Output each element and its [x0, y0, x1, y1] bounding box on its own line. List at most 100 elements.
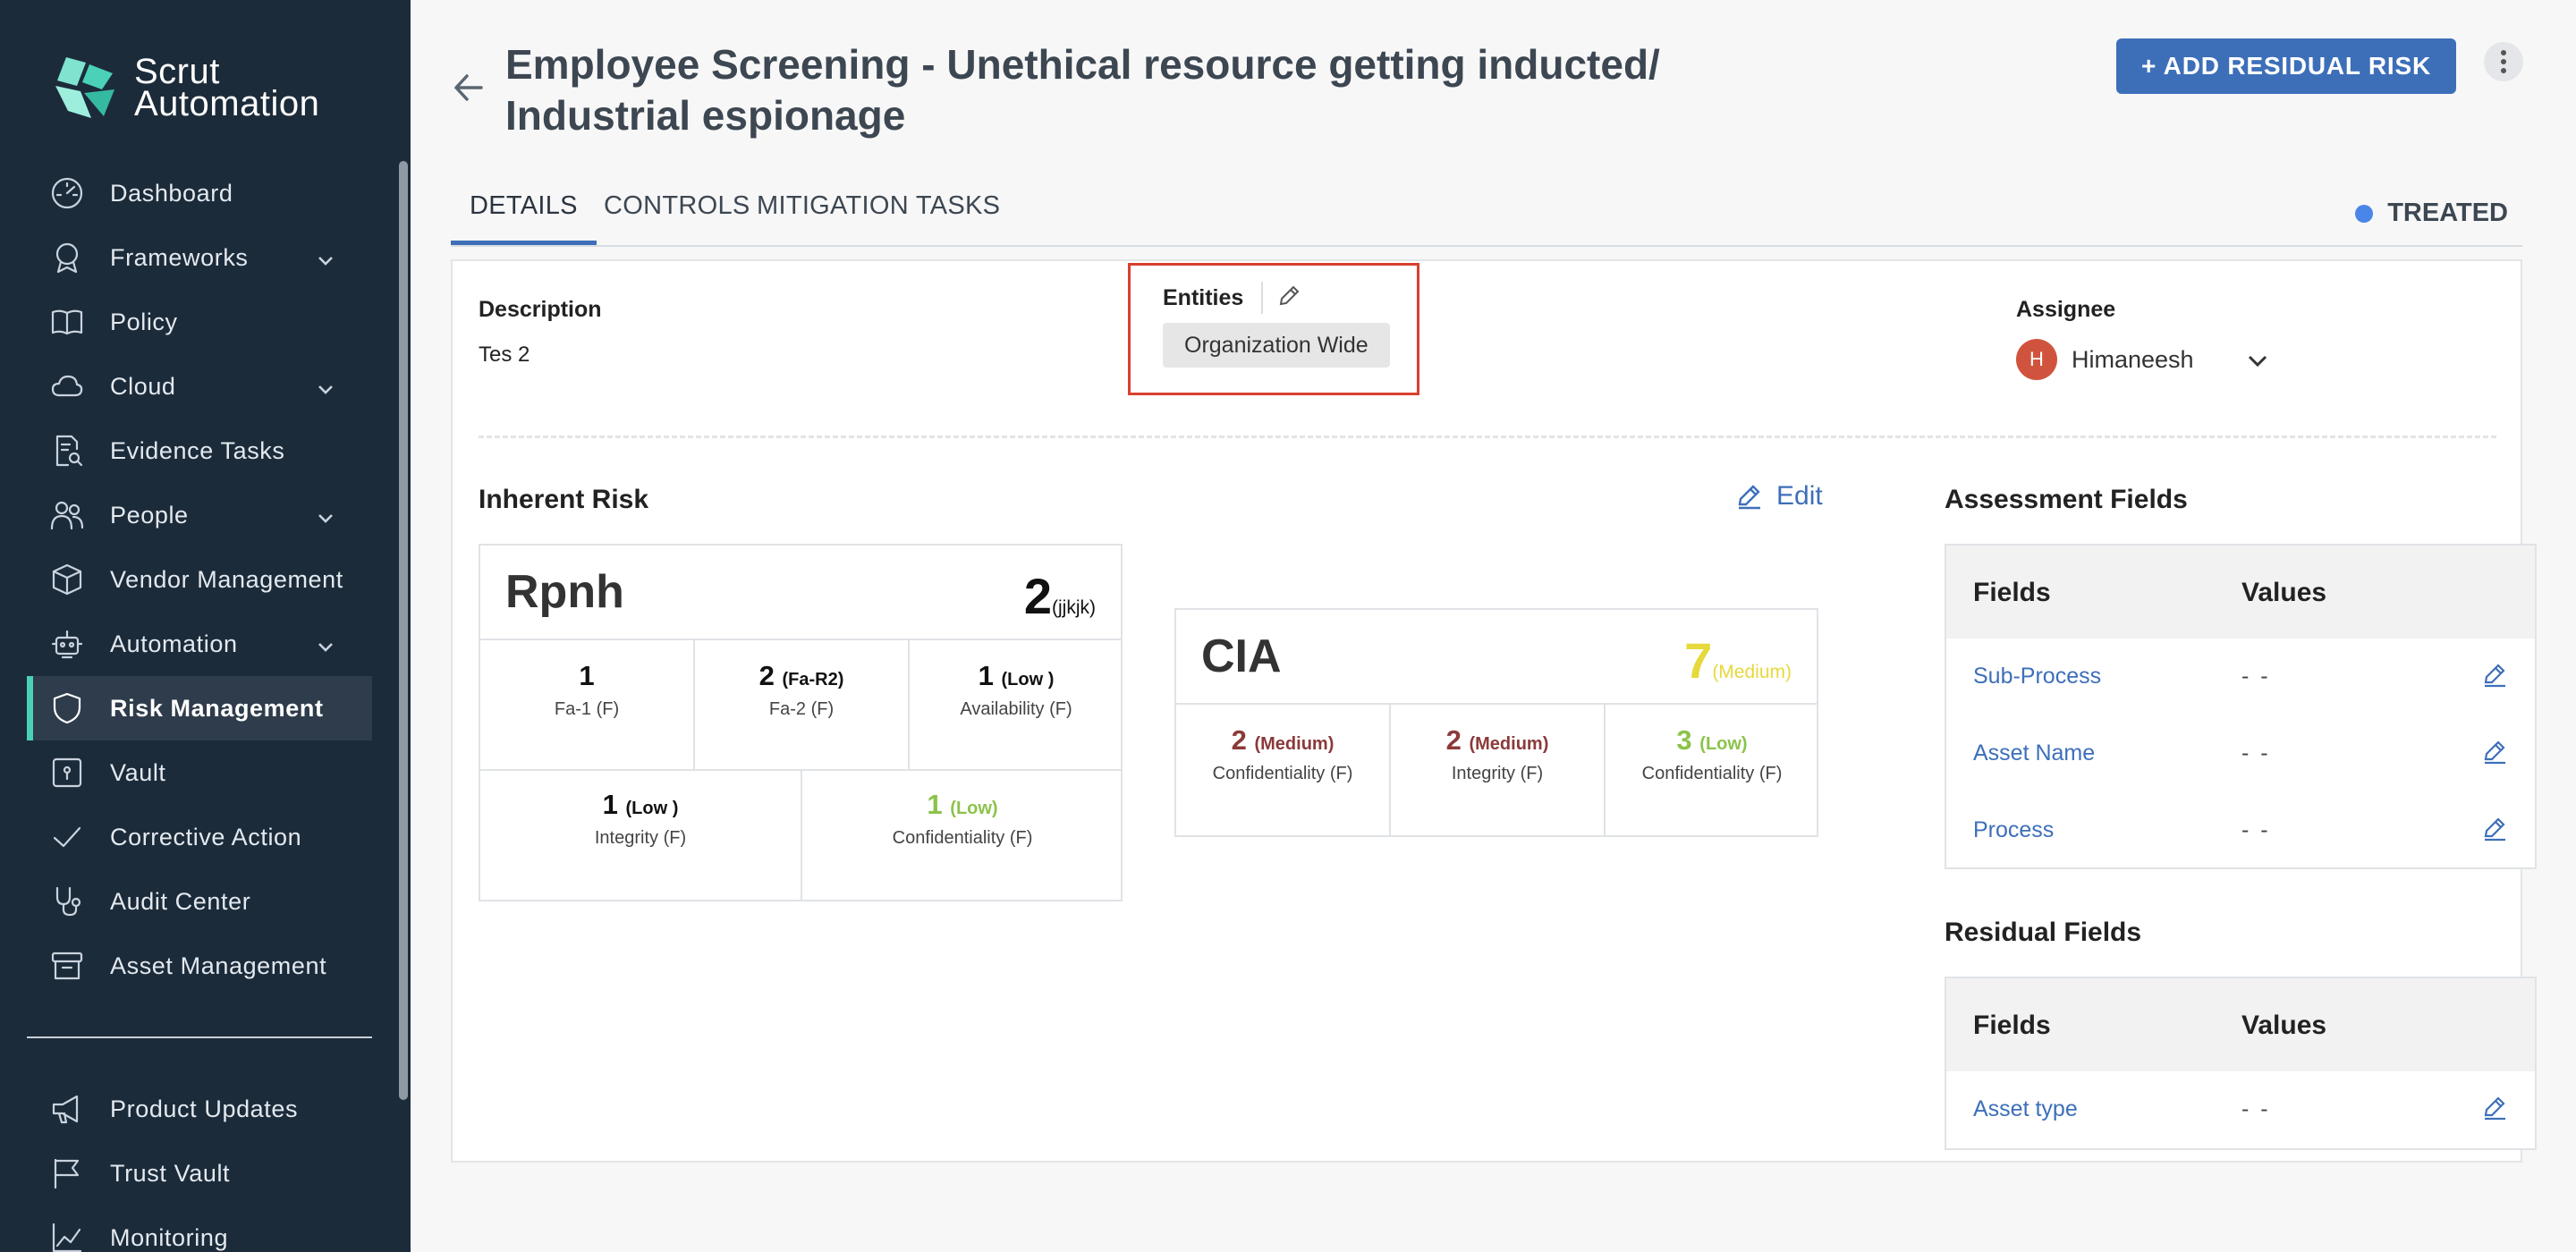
archive-icon [50, 949, 84, 983]
dashboard-icon [50, 176, 84, 210]
risk-cell: 2 (Fa-R2) Fa-2 (F) [758, 660, 844, 719]
chevron-down-icon[interactable] [317, 635, 335, 653]
details-panel: Description Tes 2 Entities Organization … [451, 259, 2537, 1163]
assessment-fields-title: Assessment Fields [1945, 485, 2188, 514]
flag-icon [50, 1156, 84, 1190]
sidebar-item-label: People [110, 501, 189, 529]
brand-line2: Automation [134, 84, 320, 123]
vault-icon [50, 756, 84, 790]
field-link[interactable]: Sub-Process [1973, 664, 2101, 689]
sidebar-item-vendor-management[interactable]: Vendor Management [27, 547, 372, 612]
sidebar-item-label: Vault [110, 758, 166, 786]
table-header: Fields Values [1946, 978, 2535, 1071]
dashed-divider [479, 436, 2496, 438]
description-section: Description Tes 2 [479, 297, 602, 368]
sidebar-item-label: Dashboard [110, 179, 233, 207]
check-icon [50, 820, 84, 854]
chevron-down-icon[interactable] [317, 377, 335, 395]
risk-cell: 2 (Medium) Confidentiality (F) [1212, 724, 1353, 783]
entity-chip[interactable]: Organization Wide [1163, 323, 1390, 368]
field-value: - - [2241, 1096, 2271, 1121]
more-options-icon[interactable] [2484, 42, 2523, 81]
assignee-select[interactable]: H Himaneesh [2016, 339, 2269, 380]
sidebar-item-audit-center[interactable]: Audit Center [27, 869, 372, 934]
sidebar-item-trust-vault[interactable]: Trust Vault [27, 1141, 372, 1205]
description-label: Description [479, 297, 602, 322]
chevron-down-icon[interactable] [317, 249, 335, 266]
chevron-down-icon[interactable] [317, 506, 335, 524]
cia-score: 7(Medium) [1684, 632, 1792, 689]
back-arrow-icon[interactable] [451, 70, 487, 106]
sidebar-item-automation[interactable]: Automation [27, 612, 372, 676]
table-row: Process - - [1946, 792, 2535, 869]
sidebar-item-risk-management[interactable]: Risk Management [27, 676, 372, 740]
megaphone-icon [50, 1092, 84, 1126]
residual-fields-title: Residual Fields [1945, 918, 2142, 947]
table-row: Asset type - - [1946, 1071, 2535, 1148]
sidebar-item-frameworks[interactable]: Frameworks [27, 225, 372, 290]
cia-name: CIA [1201, 630, 1282, 682]
description-value: Tes 2 [479, 343, 530, 367]
assignee-section: Assignee H Himaneesh [2016, 297, 2269, 380]
scrut-logo-icon [55, 57, 114, 118]
field-value: - - [2241, 740, 2271, 766]
robot-icon [50, 627, 84, 661]
assignee-label: Assignee [2016, 297, 2116, 322]
rpnh-card: Rpnh 2(jjkjk) 1 Fa-1 (F) 2 (Fa-R2) Fa-2 … [479, 544, 1123, 901]
tab-details[interactable]: DETAILS [451, 191, 597, 245]
brand-logo[interactable]: Scrut Automation [50, 54, 319, 122]
edit-pencil-icon[interactable] [1277, 284, 1301, 312]
main-content: Employee Screening - Unethical resource … [411, 0, 2576, 1252]
entities-section: Entities Organization Wide [1128, 263, 1419, 395]
assignee-name: Himaneesh [2072, 345, 2194, 373]
sidebar-item-evidence-tasks[interactable]: Evidence Tasks [27, 419, 372, 483]
page-title: Employee Screening - Unethical resource … [505, 41, 1660, 139]
stethoscope-icon [50, 884, 84, 918]
sidebar-item-dashboard[interactable]: Dashboard [27, 161, 372, 225]
edit-pencil-icon[interactable] [2481, 816, 2508, 847]
sidebar-bottom-nav: Product Updates Trust Vault Monitoring [27, 1077, 372, 1252]
sidebar-item-label: Asset Management [110, 952, 327, 979]
chart-icon [50, 1221, 84, 1252]
sidebar-scrollbar[interactable] [399, 161, 408, 1100]
add-residual-risk-button[interactable]: + ADD RESIDUAL RISK [2116, 38, 2456, 94]
edit-inherent-risk-link[interactable]: Edit [1735, 481, 1823, 512]
edit-pencil-icon[interactable] [2481, 662, 2508, 693]
sidebar-item-asset-management[interactable]: Asset Management [27, 934, 372, 998]
sidebar-item-vault[interactable]: Vault [27, 740, 372, 805]
entities-label: Entities [1163, 284, 1244, 310]
sidebar-item-label: Cloud [110, 372, 176, 400]
sidebar-item-label: Risk Management [110, 694, 324, 722]
sidebar-item-monitoring[interactable]: Monitoring [27, 1205, 372, 1252]
shield-icon [50, 691, 84, 725]
table-row: Asset Name - - [1946, 715, 2535, 792]
status-dot-icon [2355, 204, 2374, 223]
sidebar-item-people[interactable]: People [27, 483, 372, 547]
sidebar-item-label: Product Updates [110, 1095, 299, 1122]
edit-pencil-icon[interactable] [2481, 739, 2508, 770]
rpnh-name: Rpnh [505, 566, 624, 618]
table-row: Sub-Process - - [1946, 639, 2535, 715]
rpnh-score: 2(jjkjk) [1023, 568, 1096, 624]
people-icon [50, 498, 84, 532]
table-header: Fields Values [1946, 546, 2535, 639]
field-link[interactable]: Asset Name [1973, 740, 2095, 766]
tab-mitigation-tasks[interactable]: MITIGATION TASKS [738, 191, 1019, 245]
avatar: H [2016, 339, 2057, 380]
sidebar-item-policy[interactable]: Policy [27, 290, 372, 354]
sidebar-item-cloud[interactable]: Cloud [27, 354, 372, 419]
sidebar-nav: Dashboard Frameworks Policy Cloud Eviden… [27, 161, 372, 998]
tab-bar: DETAILS CONTROLS MITIGATION TASKS TREATE… [451, 179, 2522, 247]
status-label: TREATED [2387, 199, 2508, 227]
sidebar-item-corrective-action[interactable]: Corrective Action [27, 805, 372, 869]
box-icon [50, 563, 84, 596]
risk-cell: 3 (Low) Confidentiality (F) [1641, 724, 1783, 783]
field-link[interactable]: Asset type [1973, 1096, 2078, 1122]
sidebar-item-product-updates[interactable]: Product Updates [27, 1077, 372, 1141]
edit-pencil-icon[interactable] [2481, 1095, 2508, 1126]
field-link[interactable]: Process [1973, 817, 2054, 843]
sidebar-item-label: Automation [110, 630, 238, 657]
chevron-down-icon[interactable] [2237, 343, 2269, 377]
residual-fields-table: Fields Values Asset type - - [1945, 977, 2537, 1150]
field-value: - - [2241, 817, 2271, 842]
